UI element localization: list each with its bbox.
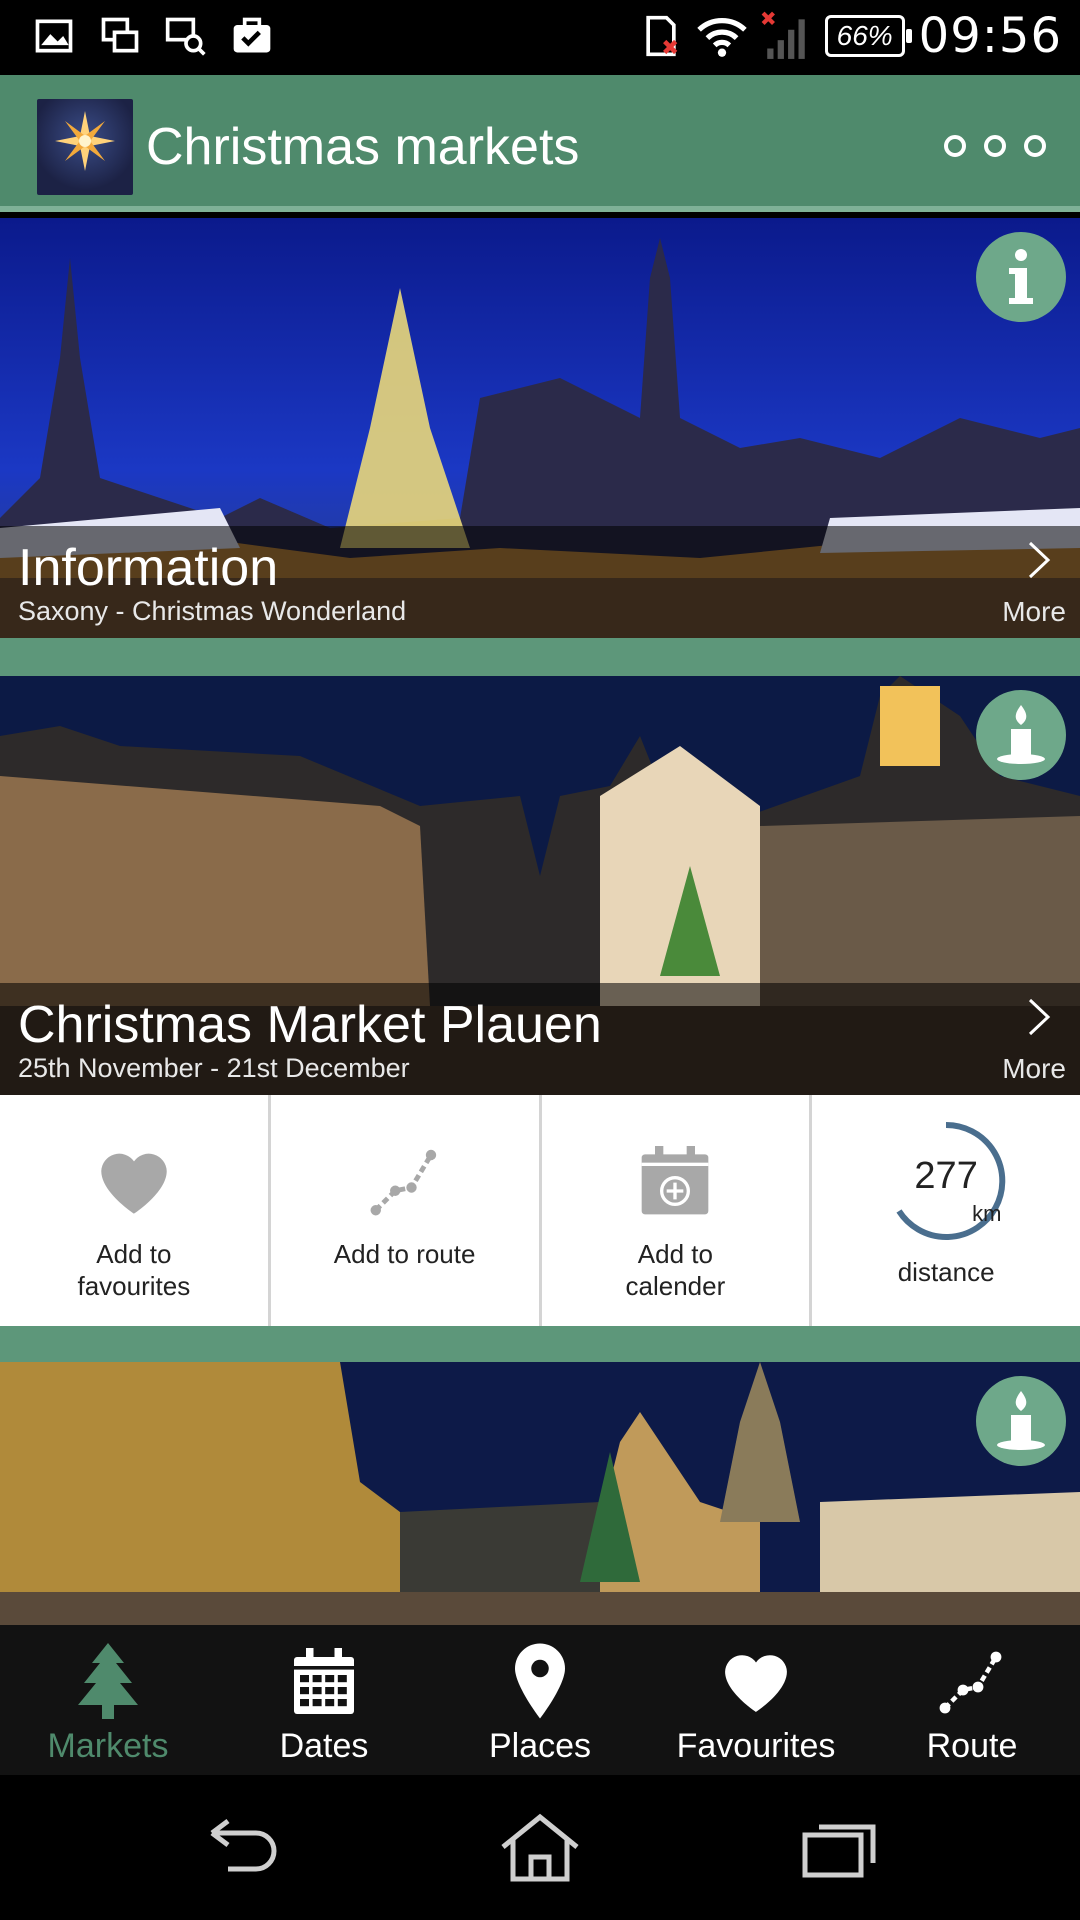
card-subtitle: Saxony - Christmas Wonderland: [18, 596, 407, 626]
action-label: Add to calender: [625, 1239, 726, 1301]
status-bar: 66% 09:56: [0, 0, 1080, 75]
battery-indicator: 66%: [824, 15, 912, 57]
app-logo: [37, 99, 133, 195]
card-title: Christmas Market Plauen: [18, 996, 602, 1054]
candle-badge[interactable]: [976, 690, 1066, 780]
add-to-calendar-button[interactable]: Add to calender: [542, 1095, 813, 1326]
dot-icon: [1024, 135, 1046, 157]
screen-mirror-icon: [101, 17, 139, 53]
add-to-route-button[interactable]: Add to route: [271, 1095, 542, 1326]
image-icon: [35, 19, 73, 53]
sd-card-error-icon: [646, 15, 677, 57]
market-card[interactable]: [0, 1362, 1080, 1625]
distance-value: 277: [914, 1155, 978, 1197]
heart-icon: [725, 1655, 787, 1712]
bottom-navigation: Markets Dates Places Favourites Route: [0, 1625, 1080, 1775]
card-title: Information: [18, 539, 279, 597]
info-icon: [1009, 249, 1033, 304]
back-icon[interactable]: [198, 1813, 288, 1883]
nav-label: Dates: [279, 1727, 369, 1765]
clipboard-check-icon: [233, 17, 271, 53]
nav-label: Places: [488, 1727, 592, 1765]
candle-icon: [997, 705, 1045, 764]
notification-icons: [32, 14, 274, 58]
system-navigation: [0, 1775, 1080, 1920]
star-icon: [55, 111, 115, 171]
heart-icon: [101, 1153, 167, 1214]
card-caption: Christmas Market Plauen 25th November - …: [0, 983, 1080, 1095]
card-image: [0, 1362, 1080, 1625]
app-title: Christmas markets: [146, 118, 580, 176]
clock: 09:56: [918, 8, 1062, 64]
distance-unit: km: [972, 1201, 1002, 1226]
divider: [0, 638, 1080, 676]
nav-dates[interactable]: Dates: [216, 1625, 432, 1775]
distance-gauge: 277 km: [884, 1119, 1008, 1243]
overflow-menu-button[interactable]: [944, 135, 1046, 157]
card-subtitle: 25th November - 21st December: [18, 1053, 410, 1083]
chevron-right-icon: [1028, 998, 1051, 1036]
nav-favourites[interactable]: Favourites: [648, 1625, 864, 1775]
market-card-plauen[interactable]: Christmas Market Plauen 25th November - …: [0, 676, 1080, 1095]
market-actions: Add to favourites Add to route Add to ca…: [0, 1095, 1080, 1326]
action-label: Add to route: [333, 1239, 476, 1269]
card-caption: Information Saxony - Christmas Wonderlan…: [0, 526, 1080, 638]
nav-places[interactable]: Places: [432, 1625, 648, 1775]
signal-no-service-icon: [761, 11, 805, 59]
route-icon: [370, 1149, 436, 1216]
home-icon[interactable]: [495, 1813, 585, 1883]
action-label: Add to favourites: [77, 1239, 191, 1301]
more-link[interactable]: More: [1002, 1053, 1066, 1085]
more-link[interactable]: More: [1002, 596, 1066, 628]
info-card[interactable]: Information Saxony - Christmas Wonderlan…: [0, 218, 1080, 638]
tree-icon: [78, 1643, 138, 1719]
calendar-add-icon: [642, 1146, 709, 1215]
screen-search-icon: [165, 17, 206, 56]
nav-label: Route: [926, 1727, 1018, 1765]
map-pin-icon: [515, 1643, 565, 1719]
candle-badge[interactable]: [976, 1376, 1066, 1466]
app-bar: Christmas markets: [0, 75, 1080, 212]
action-label: distance: [897, 1257, 995, 1287]
dot-icon: [944, 135, 966, 157]
chevron-right-icon: [1028, 541, 1051, 579]
add-to-favourites-button[interactable]: Add to favourites: [0, 1095, 271, 1326]
nav-markets[interactable]: Markets: [0, 1625, 216, 1775]
dot-icon: [984, 135, 1006, 157]
info-badge[interactable]: [976, 232, 1066, 322]
nav-label: Favourites: [676, 1727, 836, 1765]
distance-indicator: 277 km distance: [812, 1095, 1080, 1326]
route-icon: [939, 1651, 1002, 1714]
nav-label: Markets: [47, 1727, 169, 1765]
calendar-icon: [294, 1648, 354, 1714]
wifi-icon: [696, 18, 747, 57]
candle-icon: [997, 1391, 1045, 1450]
divider: [0, 1326, 1080, 1362]
nav-route[interactable]: Route: [864, 1625, 1080, 1775]
recent-apps-icon[interactable]: [795, 1813, 885, 1883]
